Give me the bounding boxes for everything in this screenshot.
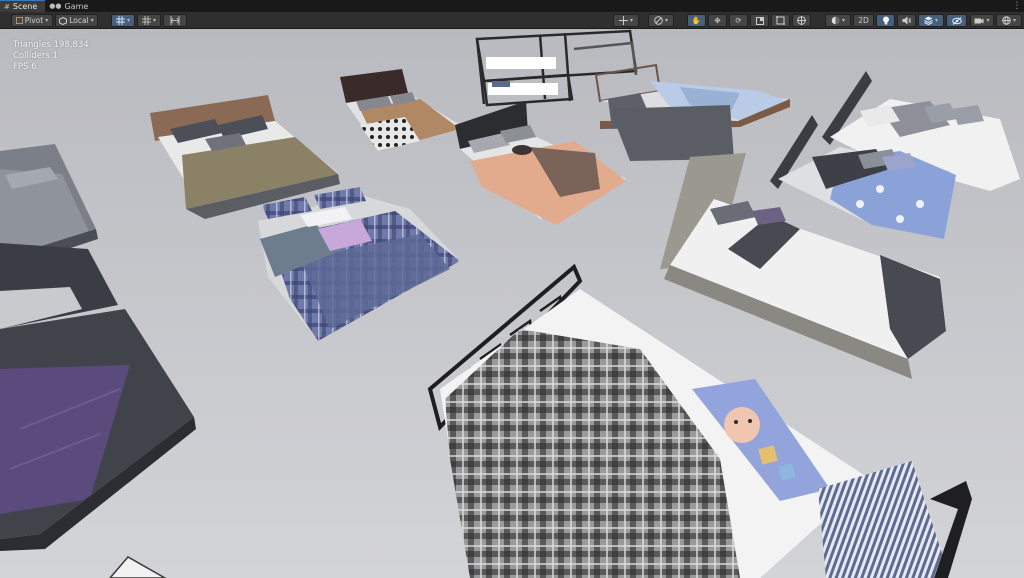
transform-tool-button[interactable] bbox=[792, 14, 811, 27]
align-icon bbox=[170, 16, 180, 25]
triangle-count: Triangles 198,834 bbox=[13, 40, 89, 50]
grid-snap-icon bbox=[115, 16, 125, 25]
scene-stats-overlay: Triangles 198,834 Colliders 1 FPS 6 bbox=[13, 40, 89, 73]
chevron-down-icon: ▾ bbox=[841, 17, 845, 24]
effects-dropdown[interactable]: ▾ bbox=[918, 14, 944, 27]
chevron-down-icon: ▾ bbox=[152, 17, 156, 24]
scene-viewport[interactable]: Triangles 198,834 Colliders 1 FPS 6 bbox=[0, 29, 1024, 578]
window-tab-bar: # Scene ●● Game ⋮ bbox=[0, 0, 1024, 12]
align-button[interactable] bbox=[163, 14, 187, 27]
chevron-down-icon: ▾ bbox=[934, 17, 938, 24]
pivot-label: Pivot bbox=[24, 16, 44, 25]
gizmos-dropdown[interactable]: ▾ bbox=[996, 14, 1022, 27]
move-tool-dropdown[interactable]: ▾ bbox=[613, 14, 639, 27]
chevron-down-icon: ▾ bbox=[1012, 17, 1016, 24]
tab-scene[interactable]: # Scene bbox=[0, 0, 46, 12]
scene-visibility-button[interactable] bbox=[946, 14, 967, 27]
fps-counter: FPS 6 bbox=[13, 62, 37, 72]
gamepad-icon: ●● bbox=[49, 2, 62, 10]
rotate-icon: ⟳ bbox=[735, 16, 742, 25]
pivot-icon bbox=[15, 17, 23, 24]
pivot-dropdown[interactable]: Pivot ▾ bbox=[11, 14, 53, 27]
move-arrows-icon: ✥ bbox=[714, 16, 721, 25]
grid-icon: # bbox=[4, 2, 10, 11]
scene-render bbox=[0, 29, 1024, 578]
rotate-tool-button[interactable]: ⟳ bbox=[729, 14, 748, 27]
move-tool-button[interactable]: ✥ bbox=[708, 14, 727, 27]
grid-snap-button[interactable]: ▾ bbox=[111, 14, 135, 27]
chevron-down-icon: ▾ bbox=[986, 17, 990, 24]
cube-icon bbox=[59, 16, 68, 25]
camera-settings-dropdown[interactable]: ▾ bbox=[970, 14, 994, 27]
rect-transform-icon bbox=[776, 16, 785, 25]
hand-tool-button[interactable]: ✋ bbox=[687, 14, 706, 27]
eye-slash-icon bbox=[951, 16, 962, 25]
chevron-down-icon: ▾ bbox=[664, 17, 668, 24]
shading-icon bbox=[654, 16, 663, 25]
local-dropdown[interactable]: Local ▾ bbox=[55, 14, 98, 27]
toggle-2d-label: 2D bbox=[858, 16, 869, 25]
rect-tool-button[interactable] bbox=[771, 14, 790, 27]
hand-icon: ✋ bbox=[691, 16, 702, 25]
layers-icon bbox=[924, 16, 933, 25]
chevron-down-icon: ▾ bbox=[45, 17, 49, 24]
local-label: Local bbox=[69, 16, 89, 25]
draw-mode-dropdown[interactable]: ▾ bbox=[648, 14, 674, 27]
shading-mode-dropdown[interactable]: ▾ bbox=[825, 14, 851, 27]
tab-game-label: Game bbox=[64, 1, 89, 11]
move-icon bbox=[618, 16, 628, 25]
globe-icon bbox=[1002, 16, 1011, 25]
snap-increment-button[interactable]: ▾ bbox=[137, 14, 161, 27]
sphere-icon bbox=[831, 16, 840, 25]
tab-game[interactable]: ●● Game bbox=[45, 0, 96, 12]
tab-scene-label: Scene bbox=[12, 2, 38, 11]
transform-icon bbox=[797, 16, 806, 25]
audio-toggle-button[interactable] bbox=[897, 14, 916, 27]
lightbulb-icon bbox=[882, 16, 890, 25]
collider-count: Colliders 1 bbox=[13, 51, 58, 61]
chevron-down-icon: ▾ bbox=[629, 17, 633, 24]
chevron-down-icon: ▾ bbox=[90, 17, 94, 24]
speaker-icon bbox=[902, 16, 911, 25]
snap-grid-icon bbox=[141, 16, 151, 25]
scale-icon bbox=[755, 16, 764, 25]
scale-tool-button[interactable] bbox=[750, 14, 769, 27]
more-options-icon[interactable]: ⋮ bbox=[1010, 0, 1024, 12]
lighting-toggle-button[interactable] bbox=[876, 14, 895, 27]
toggle-2d-button[interactable]: 2D bbox=[853, 14, 874, 27]
camera-icon bbox=[974, 17, 984, 25]
scene-toolbar: Pivot ▾ Local ▾ ▾ ▾ ▾ ▾ ✋ ✥ ⟳ ▾ 2D ▾ ▾ ▾ bbox=[0, 12, 1024, 29]
chevron-down-icon: ▾ bbox=[126, 17, 130, 24]
